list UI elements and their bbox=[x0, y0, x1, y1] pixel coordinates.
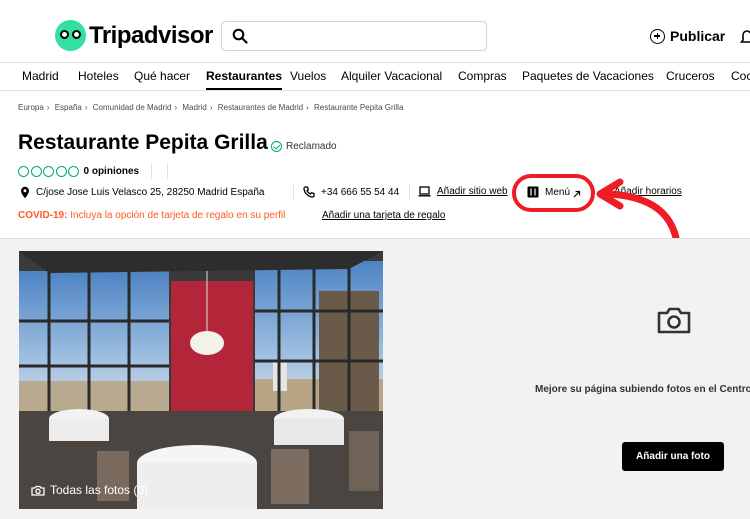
address[interactable]: C/jose Jose Luis Velasco 25, 28250 Madri… bbox=[20, 186, 264, 199]
publish-button[interactable]: Publicar bbox=[650, 28, 725, 44]
upload-photo-panel: Mejore su página subiendo fotos en el Ce… bbox=[386, 251, 750, 509]
owl-icon bbox=[55, 20, 86, 51]
address-text: C/jose Jose Luis Velasco 25, 28250 Madri… bbox=[36, 187, 265, 198]
nav-item-alquiler-vacacional[interactable]: Alquiler Vacacional bbox=[341, 69, 442, 83]
rating-bubble-icon bbox=[68, 166, 79, 177]
search-box[interactable] bbox=[221, 21, 487, 51]
main-nav: Madrid Hoteles Qué hacer Restaurantes Vu… bbox=[0, 62, 750, 91]
upload-message: Mejore su página subiendo fotos en el Ce… bbox=[535, 384, 750, 395]
divider bbox=[409, 184, 410, 199]
plus-icon bbox=[650, 28, 665, 44]
add-gift-card-link[interactable]: Añadir una tarjeta de regalo bbox=[322, 210, 445, 221]
nav-item-hoteles[interactable]: Hoteles bbox=[78, 69, 119, 83]
publish-label: Publicar bbox=[670, 28, 726, 44]
add-website-link[interactable]: Añadir sitio web bbox=[418, 186, 508, 197]
bell-icon[interactable] bbox=[740, 28, 750, 46]
claimed-label: Reclamado bbox=[286, 141, 337, 152]
breadcrumb-item[interactable]: Restaurantes de Madrid bbox=[218, 103, 303, 112]
photo-gallery: Todas las fotos (0) Mejore su página sub… bbox=[0, 238, 750, 519]
location-pin-icon bbox=[21, 186, 29, 199]
nav-item-restaurantes[interactable]: Restaurantes bbox=[206, 69, 283, 90]
tripadvisor-logo[interactable]: Tripadvisor bbox=[55, 20, 213, 51]
divider bbox=[167, 164, 168, 179]
top-header: Tripadvisor Publicar bbox=[0, 0, 750, 62]
breadcrumb-item-current: Restaurante Pepita Grilla bbox=[314, 103, 404, 112]
covid-notice: COVID-19: Incluya la opción de tarjeta d… bbox=[18, 210, 285, 221]
breadcrumb-item[interactable]: Europa bbox=[18, 103, 44, 112]
check-circle-icon bbox=[271, 141, 282, 152]
rating-bubbles[interactable]: 0 opiniones bbox=[18, 166, 139, 177]
search-icon bbox=[232, 28, 248, 44]
rating-bubble-icon bbox=[30, 166, 42, 177]
camera-icon bbox=[31, 485, 45, 496]
camera-icon bbox=[657, 307, 691, 334]
claimed-badge[interactable]: Reclamado bbox=[271, 141, 337, 152]
rating-bubble-icon bbox=[43, 166, 54, 177]
breadcrumb-item[interactable]: Madrid bbox=[182, 103, 206, 112]
logo-text: Tripadvisor bbox=[89, 21, 213, 49]
nav-item-paquetes[interactable]: Paquetes de Vacaciones bbox=[522, 69, 654, 83]
divider bbox=[293, 184, 294, 199]
phone-text: +34 666 55 54 44 bbox=[321, 186, 400, 198]
nav-item-compras[interactable]: Compras bbox=[458, 69, 507, 83]
all-photos-label: Todas las fotos (0) bbox=[50, 483, 149, 497]
nav-item-vuelos[interactable]: Vuelos bbox=[290, 69, 326, 83]
breadcrumb: Europa › España › Comunidad de Madrid › Mad… bbox=[18, 103, 404, 112]
all-photos-button[interactable]: Todas las fotos (0) bbox=[31, 483, 148, 497]
dining-room-image bbox=[19, 251, 383, 509]
add-photo-button[interactable]: Añadir una foto bbox=[622, 442, 724, 471]
breadcrumb-item[interactable]: Comunidad de Madrid bbox=[93, 103, 172, 112]
covid-text: Incluya la opción de tarjeta de regalo e… bbox=[67, 210, 286, 221]
add-website-label[interactable]: Añadir sitio web bbox=[437, 186, 508, 197]
covid-label: COVID-19: bbox=[18, 210, 68, 221]
phone-icon bbox=[303, 186, 315, 198]
rating-bubble-icon bbox=[18, 166, 29, 177]
restaurant-photo[interactable]: Todas las fotos (0) bbox=[19, 251, 383, 509]
divider bbox=[151, 164, 152, 179]
annotation-circle bbox=[512, 174, 595, 212]
phone[interactable]: +34 666 55 54 44 bbox=[303, 186, 399, 198]
nav-item-cocina[interactable]: Coc bbox=[731, 69, 750, 83]
rating-bubble-icon bbox=[55, 166, 67, 177]
nav-item-que-hacer[interactable]: Qué hacer bbox=[134, 69, 190, 83]
laptop-icon bbox=[418, 186, 431, 197]
nav-item-madrid[interactable]: Madrid bbox=[22, 69, 59, 83]
reviews-count[interactable]: 0 opiniones bbox=[84, 166, 140, 177]
search-input[interactable] bbox=[258, 25, 482, 49]
page-title: Restaurante Pepita Grilla bbox=[18, 131, 268, 154]
breadcrumb-item[interactable]: España bbox=[55, 103, 82, 112]
nav-item-cruceros[interactable]: Cruceros bbox=[666, 69, 715, 83]
